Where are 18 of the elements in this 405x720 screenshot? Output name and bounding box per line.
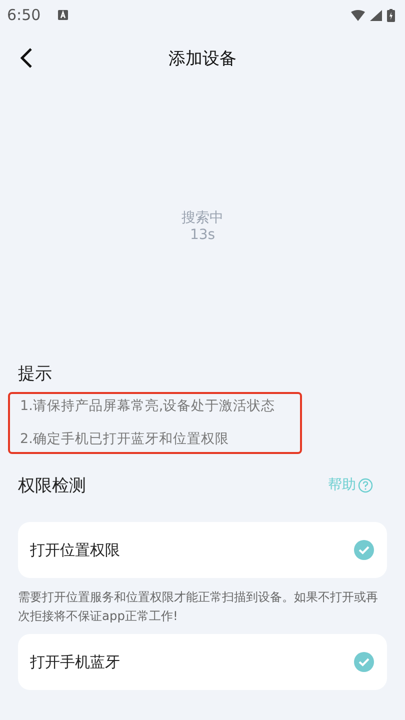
battery-icon [387, 8, 395, 22]
tip-text: 1.请保持产品屏幕常亮,设备处于激活状态 [20, 397, 276, 416]
status-time: 6:50 [7, 6, 41, 24]
notification-icon [58, 10, 68, 20]
help-icon [358, 478, 373, 492]
page-title: 添加设备 [168, 48, 236, 70]
permission-label: 打开手机蓝牙 [30, 652, 120, 672]
wifi-icon [351, 10, 365, 20]
tips-title: 提示 [18, 362, 52, 384]
permission-note: 需要打开位置服务和位置权限才能正常扫描到设备。如果不打开或再次拒接将不保证app正常工作! [18, 589, 379, 625]
tip-text: 2.确定手机已打开蓝牙和位置权限 [20, 430, 230, 449]
permission-label: 打开位置权限 [30, 540, 120, 560]
permissions-title: 权限检测 [18, 474, 86, 496]
back-icon[interactable] [19, 47, 33, 69]
countdown: 13s [190, 227, 216, 244]
searching-label: 搜索中 [182, 210, 224, 227]
help-link[interactable]: 帮助 [328, 476, 387, 494]
signal-icon [370, 10, 382, 20]
